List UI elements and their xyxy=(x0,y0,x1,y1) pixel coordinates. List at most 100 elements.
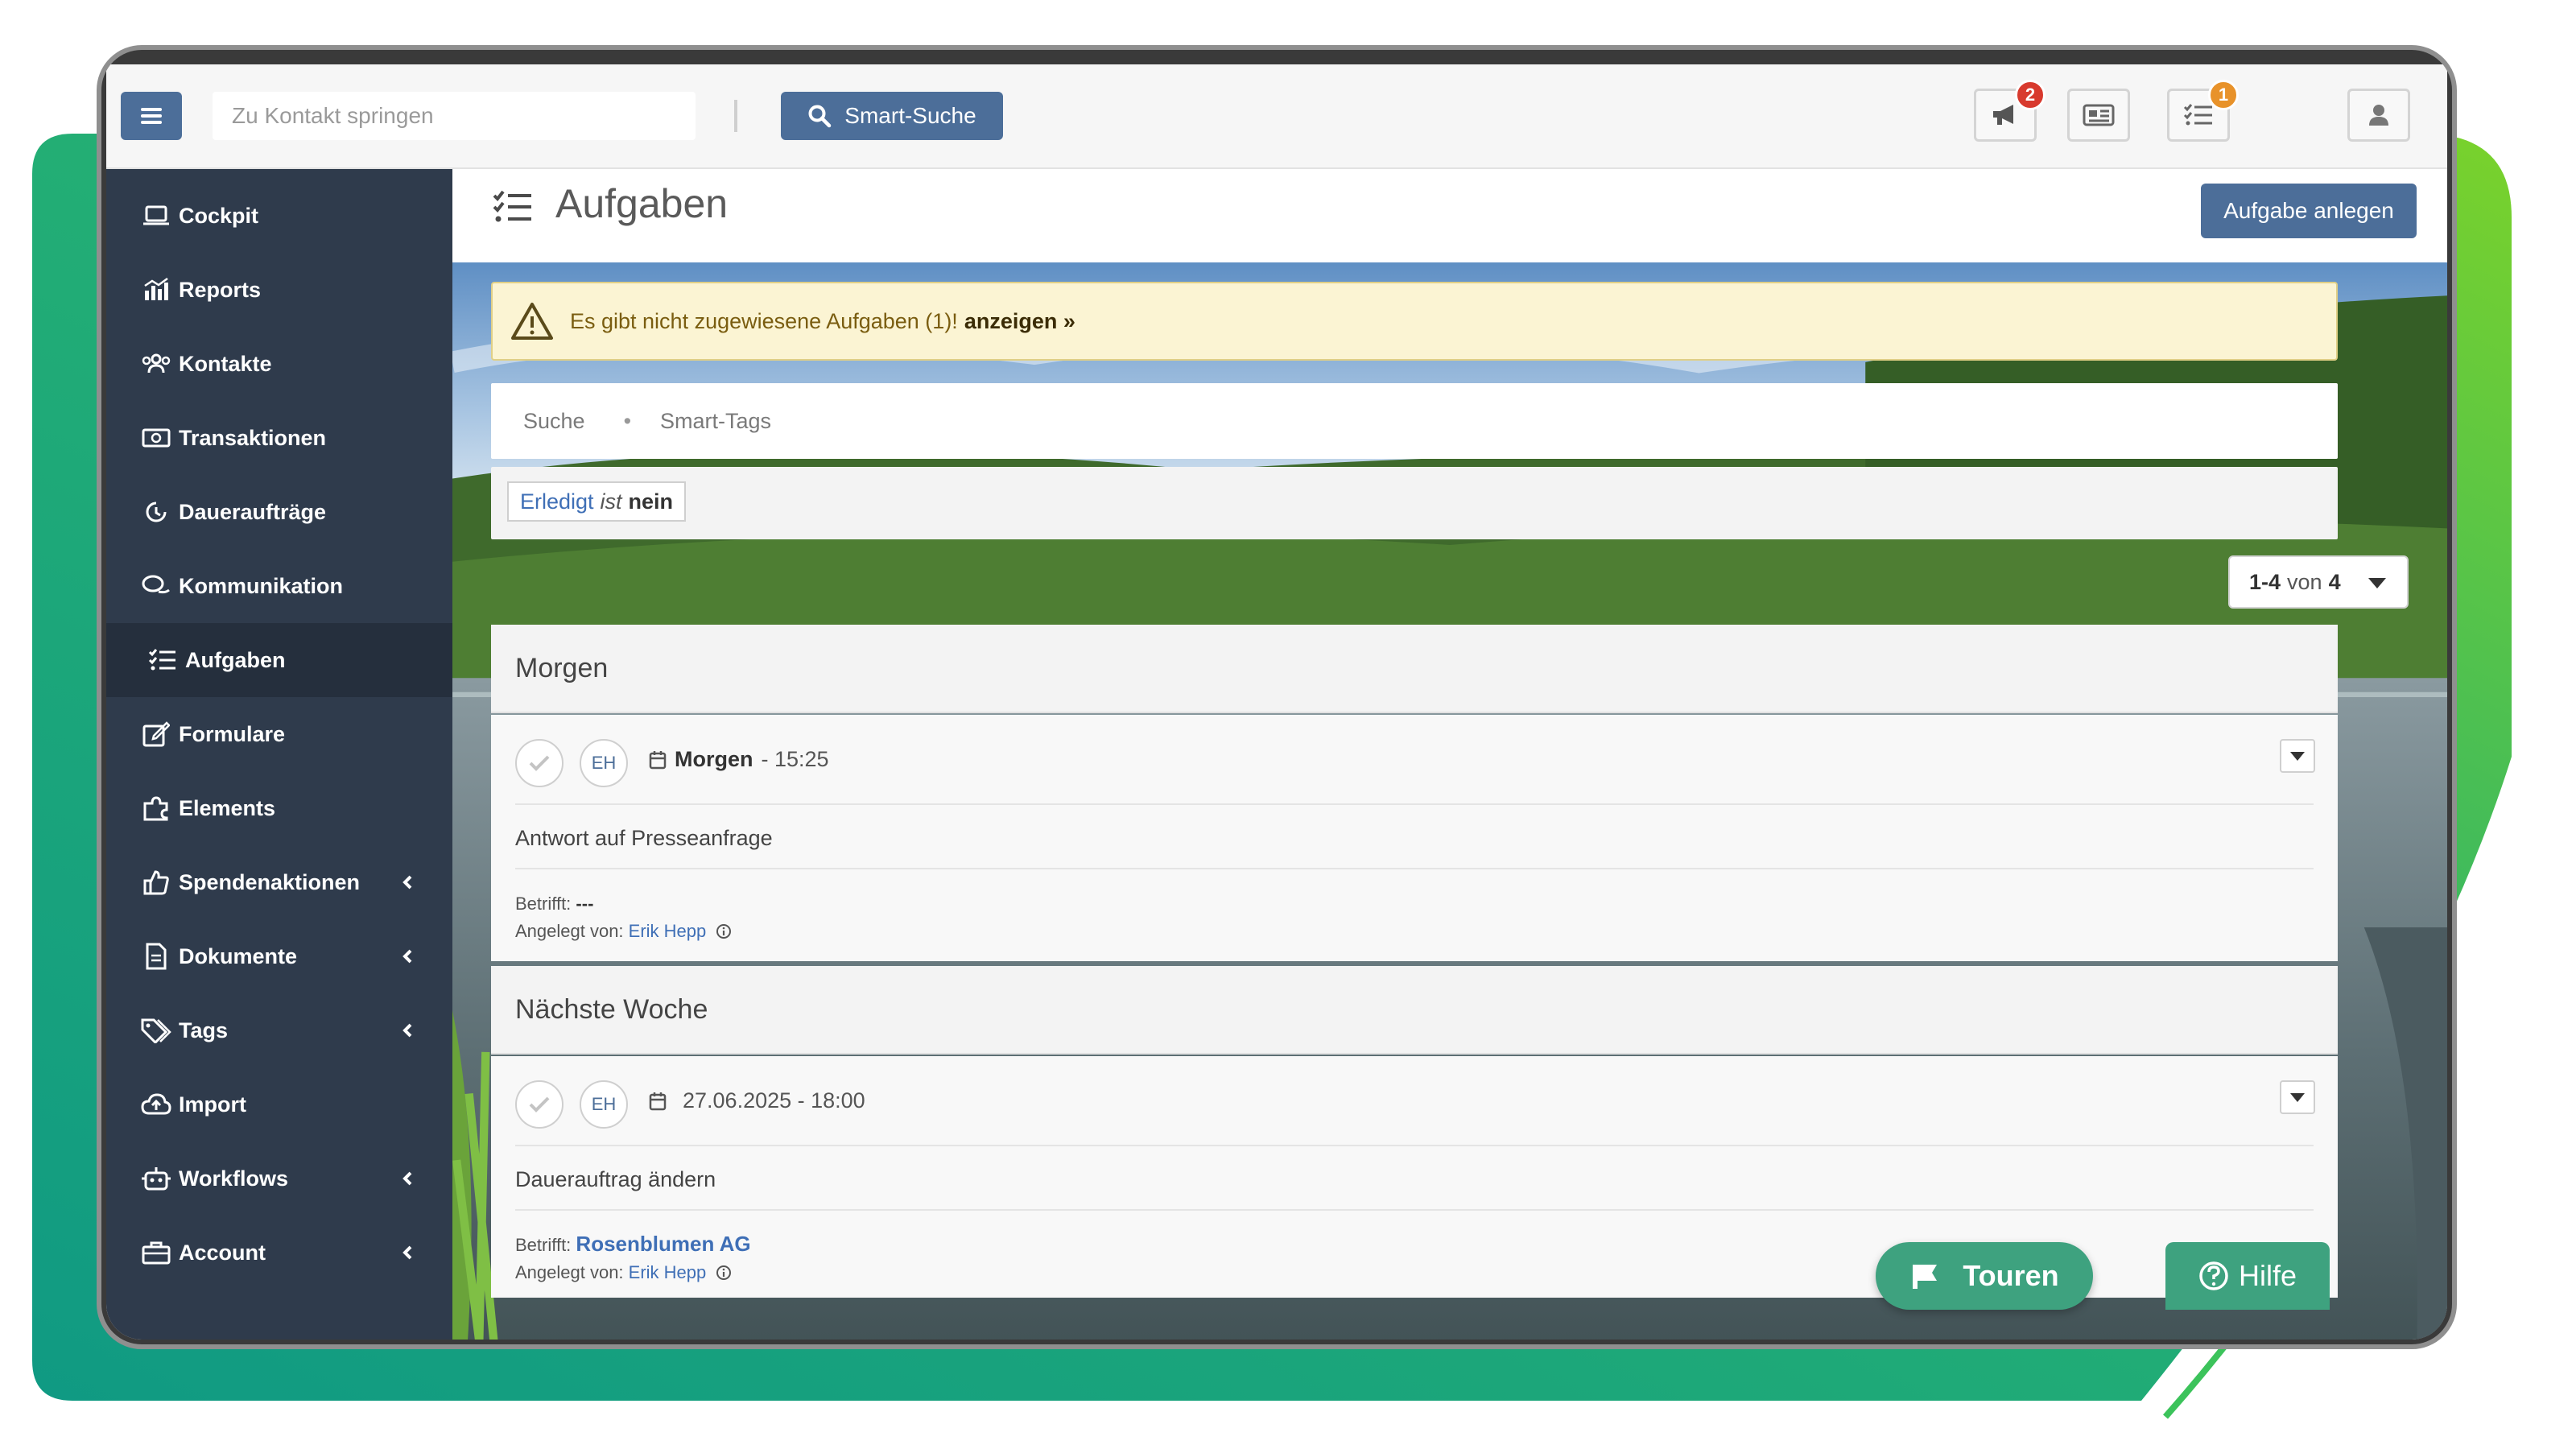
sidebar-item-label: Reports xyxy=(179,277,262,302)
topbar-divider xyxy=(734,100,737,132)
warning-icon xyxy=(511,303,553,340)
divider xyxy=(515,1209,2314,1211)
task-concerns: Betrifft: --- xyxy=(515,894,593,914)
sidebar-item-formulare[interactable]: Formulare xyxy=(106,697,452,771)
complete-task-button[interactable] xyxy=(515,739,564,787)
tasklist-icon xyxy=(147,644,179,676)
cloud-upload-icon xyxy=(140,1088,172,1121)
task-description: Antwort auf Presseanfrage xyxy=(515,826,773,850)
main-content: Aufgaben Aufgabe anlegen Es gibt nicht z… xyxy=(452,169,2447,1340)
task-description: Dauerauftrag ändern xyxy=(515,1167,716,1191)
task-item: EH Morgen - 15:25 Antwort auf Presseanfr… xyxy=(491,715,2338,961)
unassigned-tasks-alert: Es gibt nicht zugewiesene Aufgaben (1)! … xyxy=(491,282,2338,361)
task-created-by: Angelegt von: Erik Hepp xyxy=(515,921,732,942)
sidebar-item-account[interactable]: Account xyxy=(106,1216,452,1290)
divider xyxy=(515,803,2314,805)
concerns-contact-link[interactable]: Rosenblumen AG xyxy=(576,1232,750,1256)
top-bar: Smart-Suche 2 1 xyxy=(106,64,2447,169)
sidebar-item-kontakte[interactable]: Kontakte xyxy=(106,327,452,401)
calendar-icon xyxy=(649,1092,667,1110)
sidebar-item-dauerauftraege[interactable]: Daueraufträge xyxy=(106,475,452,549)
show-unassigned-link[interactable]: anzeigen » xyxy=(964,309,1075,334)
sidebar-item-import[interactable]: Import xyxy=(106,1067,452,1141)
tab-separator: • xyxy=(623,408,632,433)
task-actions-dropdown[interactable] xyxy=(2280,739,2315,773)
filter-operator: ist xyxy=(600,489,622,514)
flag-icon xyxy=(1913,1265,1938,1289)
creator-link[interactable]: Erik Hepp xyxy=(629,1262,707,1282)
assignee-avatar[interactable]: EH xyxy=(580,739,628,787)
sidebar-item-dokumente[interactable]: Dokumente xyxy=(106,919,452,993)
sidebar-item-label: Account xyxy=(179,1240,266,1265)
sidebar-item-spendenaktionen[interactable]: Spendenaktionen xyxy=(106,845,452,919)
creator-link[interactable]: Erik Hepp xyxy=(629,921,707,941)
user-menu-button[interactable] xyxy=(2347,89,2410,142)
task-actions-dropdown[interactable] xyxy=(2280,1080,2315,1114)
sidebar: Cockpit Reports Kontakte Transaktionen D… xyxy=(106,169,452,1340)
chart-icon xyxy=(140,274,172,306)
announcements-badge: 2 xyxy=(2015,80,2046,110)
sidebar-item-label: Daueraufträge xyxy=(179,499,327,524)
concerns-label: Betrifft: xyxy=(515,1235,572,1255)
filter-key: Erledigt xyxy=(520,489,594,514)
create-task-button[interactable]: Aufgabe anlegen xyxy=(2201,184,2417,238)
sidebar-item-label: Spendenaktionen xyxy=(179,869,361,894)
sidebar-item-aufgaben[interactable]: Aufgaben xyxy=(106,623,452,697)
megaphone-icon xyxy=(1993,105,2013,125)
sidebar-item-label: Aufgaben xyxy=(185,647,286,672)
smart-search-label: Smart-Suche xyxy=(844,103,976,128)
task-group-header: Morgen xyxy=(491,625,2338,713)
page-title: Aufgaben xyxy=(555,181,729,226)
pagination-dropdown[interactable]: 1-4 von 4 xyxy=(2228,555,2409,609)
sidebar-item-elements[interactable]: Elements xyxy=(106,771,452,845)
robot-icon xyxy=(140,1162,172,1195)
sidebar-item-reports[interactable]: Reports xyxy=(106,253,452,327)
assignee-avatar[interactable]: EH xyxy=(580,1080,628,1129)
sidebar-item-label: Elements xyxy=(179,795,276,820)
sidebar-item-label: Tags xyxy=(179,1018,229,1042)
check-icon xyxy=(529,755,550,771)
sidebar-item-label: Import xyxy=(179,1092,246,1117)
complete-task-button[interactable] xyxy=(515,1080,564,1129)
menu-toggle-button[interactable] xyxy=(121,92,182,140)
task-header-row: EH Morgen - 15:25 xyxy=(491,715,2338,803)
tours-button[interactable]: Touren xyxy=(1876,1242,2093,1310)
sidebar-item-label: Transaktionen xyxy=(179,425,327,450)
tab-smart-tags[interactable]: Smart-Tags xyxy=(660,409,771,434)
chevron-left-icon xyxy=(396,1241,419,1264)
sidebar-item-workflows[interactable]: Workflows xyxy=(106,1141,452,1216)
chevron-left-icon xyxy=(396,945,419,968)
filter-chip-erledigt[interactable]: Erledigt ist nein xyxy=(507,481,687,522)
smart-search-button[interactable]: Smart-Suche xyxy=(781,92,1003,140)
money-icon xyxy=(140,422,172,454)
page-header: Aufgaben Aufgabe anlegen xyxy=(452,169,2447,262)
tasklist-icon xyxy=(2183,104,2212,126)
sidebar-item-transaktionen[interactable]: Transaktionen xyxy=(106,401,452,475)
sidebar-item-kommunikation[interactable]: Kommunikation xyxy=(106,549,452,623)
laptop-icon xyxy=(140,200,172,232)
caret-down-icon xyxy=(2290,751,2305,761)
contact-jump-input[interactable] xyxy=(213,92,696,140)
concerns-label: Betrifft: xyxy=(515,894,572,914)
created-label: Angelegt von: xyxy=(515,1262,624,1282)
news-button[interactable] xyxy=(2067,89,2130,142)
newspaper-icon xyxy=(2083,104,2115,126)
sidebar-item-cockpit[interactable]: Cockpit xyxy=(106,179,452,253)
help-button[interactable]: Hilfe xyxy=(2165,1242,2330,1310)
tab-suche[interactable]: Suche xyxy=(523,409,585,434)
alert-text: Es gibt nicht zugewiesene Aufgaben (1)! xyxy=(570,308,958,333)
edit-icon xyxy=(140,718,172,750)
search-icon xyxy=(808,105,832,128)
task-concerns: Betrifft: Rosenblumen AG xyxy=(515,1232,751,1257)
sidebar-item-tags[interactable]: Tags xyxy=(106,993,452,1067)
announcements-button[interactable]: 2 xyxy=(1974,80,2046,142)
task-due-day: Morgen xyxy=(675,747,753,771)
search-tabs: Suche • Smart-Tags xyxy=(491,383,2338,459)
concerns-value: --- xyxy=(576,894,594,914)
tasks-button[interactable]: 1 xyxy=(2167,80,2239,142)
tasks-badge: 1 xyxy=(2208,80,2239,110)
task-due-date: Morgen - 15:25 xyxy=(649,747,829,772)
question-circle-icon xyxy=(2199,1261,2228,1290)
check-icon xyxy=(529,1096,550,1113)
recurring-icon xyxy=(140,496,172,528)
